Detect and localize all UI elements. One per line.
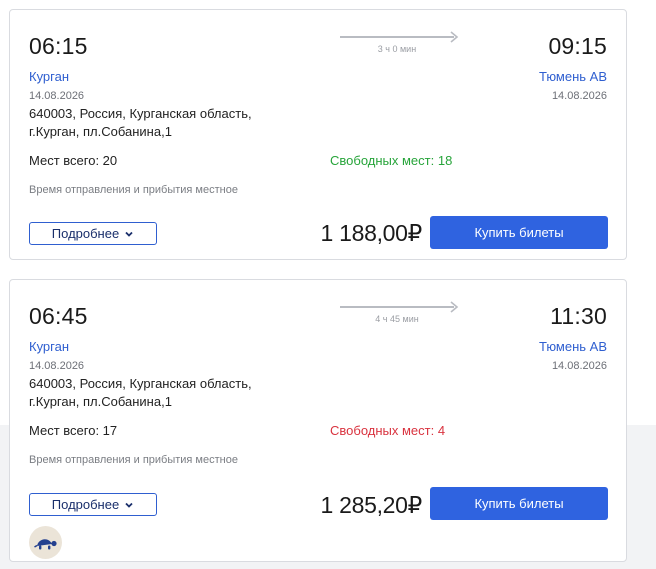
- address-line: г.Курган, пл.Собанина,1: [29, 124, 172, 139]
- details-button[interactable]: Подробнее: [29, 493, 157, 516]
- local-time-note: Время отправления и прибытия местное: [29, 454, 238, 466]
- details-button-label: Подробнее: [51, 226, 120, 241]
- details-button[interactable]: Подробнее: [29, 222, 157, 245]
- arrow-right-icon: [450, 31, 459, 43]
- trip-duration: 3 ч 0 мин: [377, 44, 417, 54]
- chevron-down-icon: [125, 231, 133, 237]
- arrival-date: 14.08.2026: [551, 360, 607, 372]
- departure-address: 640003, Россия, Курганская область, г.Ку…: [29, 375, 289, 411]
- seats-total: Мест всего: 17: [29, 423, 118, 438]
- seats-free: Свободных мест: 4: [330, 423, 446, 438]
- arrival-city-link[interactable]: Тюмень АВ: [539, 339, 607, 354]
- departure-city-link[interactable]: Курган: [29, 339, 69, 354]
- trip-duration: 4 ч 45 мин: [375, 314, 419, 324]
- assistant-avatar-button[interactable]: [29, 526, 62, 559]
- departure-time: 06:45: [29, 303, 88, 329]
- address-line: г.Курган, пл.Собанина,1: [29, 394, 172, 409]
- departure-address: 640003, Россия, Курганская область, г.Ку…: [29, 105, 289, 141]
- details-button-label: Подробнее: [51, 497, 120, 512]
- trip-card: 06:15 3 ч 0 мин 09:15 Курган Тюмень АВ 1…: [9, 9, 627, 260]
- route-line: [340, 36, 454, 38]
- seats-total: Мест всего: 20: [29, 153, 118, 168]
- departure-city-link[interactable]: Курган: [29, 69, 69, 84]
- arrival-time: 11:30: [550, 303, 607, 329]
- chevron-down-icon: [125, 502, 133, 508]
- arrival-time: 09:15: [548, 33, 607, 59]
- local-time-note: Время отправления и прибытия местное: [29, 184, 238, 196]
- seats-free: Свободных мест: 18: [330, 153, 453, 168]
- arrow-right-icon: [450, 301, 459, 313]
- ticket-price: 1 285,20₽: [320, 492, 423, 518]
- arrival-date: 14.08.2026: [551, 90, 607, 102]
- address-line: 640003, Россия, Курганская область,: [29, 376, 252, 391]
- buy-tickets-button[interactable]: Купить билеты: [430, 216, 608, 249]
- route-line: [340, 306, 454, 308]
- turtle-icon: [33, 538, 57, 549]
- ticket-price: 1 188,00₽: [320, 220, 423, 246]
- departure-date: 14.08.2026: [29, 90, 85, 102]
- arrival-city-link[interactable]: Тюмень АВ: [539, 69, 607, 84]
- trip-card: 06:45 4 ч 45 мин 11:30 Курган Тюмень АВ …: [9, 279, 627, 562]
- departure-time: 06:15: [29, 33, 88, 59]
- buy-tickets-button[interactable]: Купить билеты: [430, 487, 608, 520]
- address-line: 640003, Россия, Курганская область,: [29, 106, 252, 121]
- departure-date: 14.08.2026: [29, 360, 85, 372]
